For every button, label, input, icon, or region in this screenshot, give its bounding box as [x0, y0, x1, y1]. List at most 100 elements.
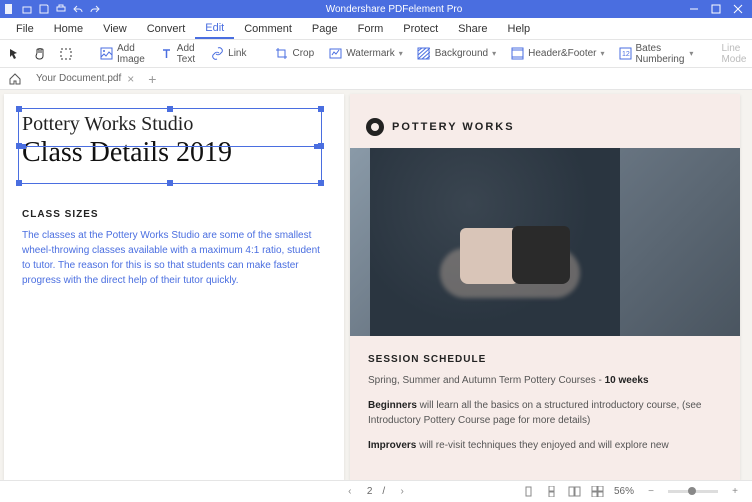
minimize-button[interactable]: [688, 3, 700, 15]
app-logo-icon: [4, 4, 15, 15]
bates-label: Bates Numbering: [636, 43, 686, 65]
watermark-button[interactable]: Watermark▾: [328, 47, 403, 61]
maximize-button[interactable]: [710, 3, 722, 15]
chevron-down-icon: ▾: [689, 49, 693, 58]
hand-icon[interactable]: [34, 47, 46, 61]
edit-select-icon[interactable]: [60, 47, 72, 61]
chevron-down-icon: ▾: [601, 49, 605, 58]
single-page-view-icon[interactable]: [522, 485, 535, 498]
resize-handle[interactable]: [167, 106, 173, 112]
menu-convert[interactable]: Convert: [137, 20, 196, 38]
statusbar: ‹ 2 / › 56% − +: [0, 480, 752, 502]
two-page-view-icon[interactable]: [568, 485, 581, 498]
bates-icon: 12: [619, 47, 632, 61]
chevron-down-icon: ▾: [399, 49, 403, 58]
body-paragraph: Improvers will re-visit techniques they …: [368, 438, 722, 453]
continuous-view-icon[interactable]: [545, 485, 558, 498]
link-button[interactable]: Link: [210, 47, 246, 61]
redo-icon[interactable]: [89, 4, 100, 15]
header-footer-label: Header&Footer: [528, 48, 596, 59]
window-controls: [688, 3, 748, 15]
add-text-label: Add Text: [177, 43, 196, 65]
menu-page[interactable]: Page: [302, 20, 348, 38]
body-paragraph: Beginners will learn all the basics on a…: [368, 398, 722, 428]
page-separator: /: [382, 486, 385, 497]
page-navigator: ‹ 2 / ›: [343, 485, 409, 499]
zoom-value[interactable]: 56%: [614, 486, 634, 497]
bates-button[interactable]: 12 Bates Numbering▾: [619, 43, 694, 65]
chevron-down-icon: ▾: [492, 49, 496, 58]
document-tab[interactable]: Your Document.pdf ×: [30, 70, 140, 88]
menu-view[interactable]: View: [93, 20, 137, 38]
menu-file[interactable]: File: [6, 20, 44, 38]
background-label: Background: [435, 48, 488, 59]
open-icon[interactable]: [21, 4, 32, 15]
resize-handle[interactable]: [318, 106, 324, 112]
select-arrow-icon[interactable]: [8, 47, 20, 61]
document-tab-label: Your Document.pdf: [36, 73, 121, 84]
add-tab-button[interactable]: +: [148, 71, 156, 87]
resize-handle[interactable]: [16, 106, 22, 112]
brand-name: POTTERY WORKS: [392, 121, 515, 133]
body-paragraph: Spring, Summer and Autumn Term Pottery C…: [368, 373, 722, 388]
text-selection-box[interactable]: [18, 108, 322, 184]
section-heading[interactable]: CLASS SIZES: [22, 209, 326, 220]
brand-header: POTTERY WORKS: [350, 94, 740, 148]
save-icon[interactable]: [38, 4, 49, 15]
print-icon[interactable]: [55, 4, 66, 15]
prev-page-button[interactable]: ‹: [343, 485, 357, 499]
watermark-icon: [328, 47, 342, 61]
zoom-out-button[interactable]: −: [644, 485, 658, 499]
app-title: Wondershare PDFelement Pro: [100, 4, 688, 15]
close-button[interactable]: [732, 3, 744, 15]
document-page-left[interactable]: Pottery Works Studio Class Details 2019 …: [4, 94, 344, 480]
line-mode-button[interactable]: Line Mode: [721, 43, 746, 65]
menu-home[interactable]: Home: [44, 20, 93, 38]
body-text[interactable]: The classes at the Pottery Works Studio …: [22, 228, 326, 288]
svg-text:12: 12: [622, 51, 630, 58]
resize-handle[interactable]: [318, 180, 324, 186]
section-heading: SESSION SCHEDULE: [368, 352, 722, 367]
header-footer-button[interactable]: Header&Footer ▾: [510, 47, 604, 61]
menu-share[interactable]: Share: [448, 20, 497, 38]
resize-handle[interactable]: [21, 144, 26, 149]
document-tabbar: Your Document.pdf × +: [0, 68, 752, 90]
quick-access-toolbar: [4, 4, 100, 15]
resize-handle[interactable]: [16, 180, 22, 186]
edit-toolbar: Add Image Add Text Link Crop Watermark▾ …: [0, 40, 752, 68]
right-body[interactable]: SESSION SCHEDULE Spring, Summer and Autu…: [350, 336, 740, 479]
add-image-button[interactable]: Add Image: [100, 43, 146, 65]
crop-button[interactable]: Crop: [275, 47, 315, 61]
link-label: Link: [228, 48, 246, 59]
resize-handle[interactable]: [167, 180, 173, 186]
zoom-slider[interactable]: [668, 490, 718, 493]
zoom-in-button[interactable]: +: [728, 485, 742, 499]
next-page-button[interactable]: ›: [395, 485, 409, 499]
hero-photo: [350, 148, 740, 336]
titlebar: Wondershare PDFelement Pro: [0, 0, 752, 18]
add-text-button[interactable]: Add Text: [160, 43, 196, 65]
text-icon: [160, 47, 173, 61]
two-page-continuous-icon[interactable]: [591, 485, 604, 498]
menu-comment[interactable]: Comment: [234, 20, 302, 38]
crop-label: Crop: [293, 48, 315, 59]
header-footer-icon: [510, 47, 524, 61]
line-mode-label: Line Mode: [721, 43, 746, 65]
close-tab-icon[interactable]: ×: [127, 72, 134, 86]
page-current[interactable]: 2: [367, 486, 373, 497]
document-workspace[interactable]: Pottery Works Studio Class Details 2019 …: [0, 90, 752, 480]
background-button[interactable]: Background ▾: [417, 47, 496, 61]
home-tab-icon[interactable]: [8, 72, 22, 86]
link-icon: [210, 47, 224, 61]
zoom-slider-thumb[interactable]: [688, 487, 696, 495]
menu-protect[interactable]: Protect: [393, 20, 448, 38]
document-page-right[interactable]: POTTERY WORKS SESSION SCHEDULE Spring, S…: [350, 94, 740, 480]
menu-help[interactable]: Help: [498, 20, 541, 38]
menu-edit[interactable]: Edit: [195, 19, 234, 39]
resize-handle[interactable]: [314, 144, 319, 149]
menu-form[interactable]: Form: [348, 20, 394, 38]
brand-logo-icon: [366, 118, 384, 136]
menubar: File Home View Convert Edit Comment Page…: [0, 18, 752, 40]
image-icon: [100, 47, 113, 61]
undo-icon[interactable]: [72, 4, 83, 15]
